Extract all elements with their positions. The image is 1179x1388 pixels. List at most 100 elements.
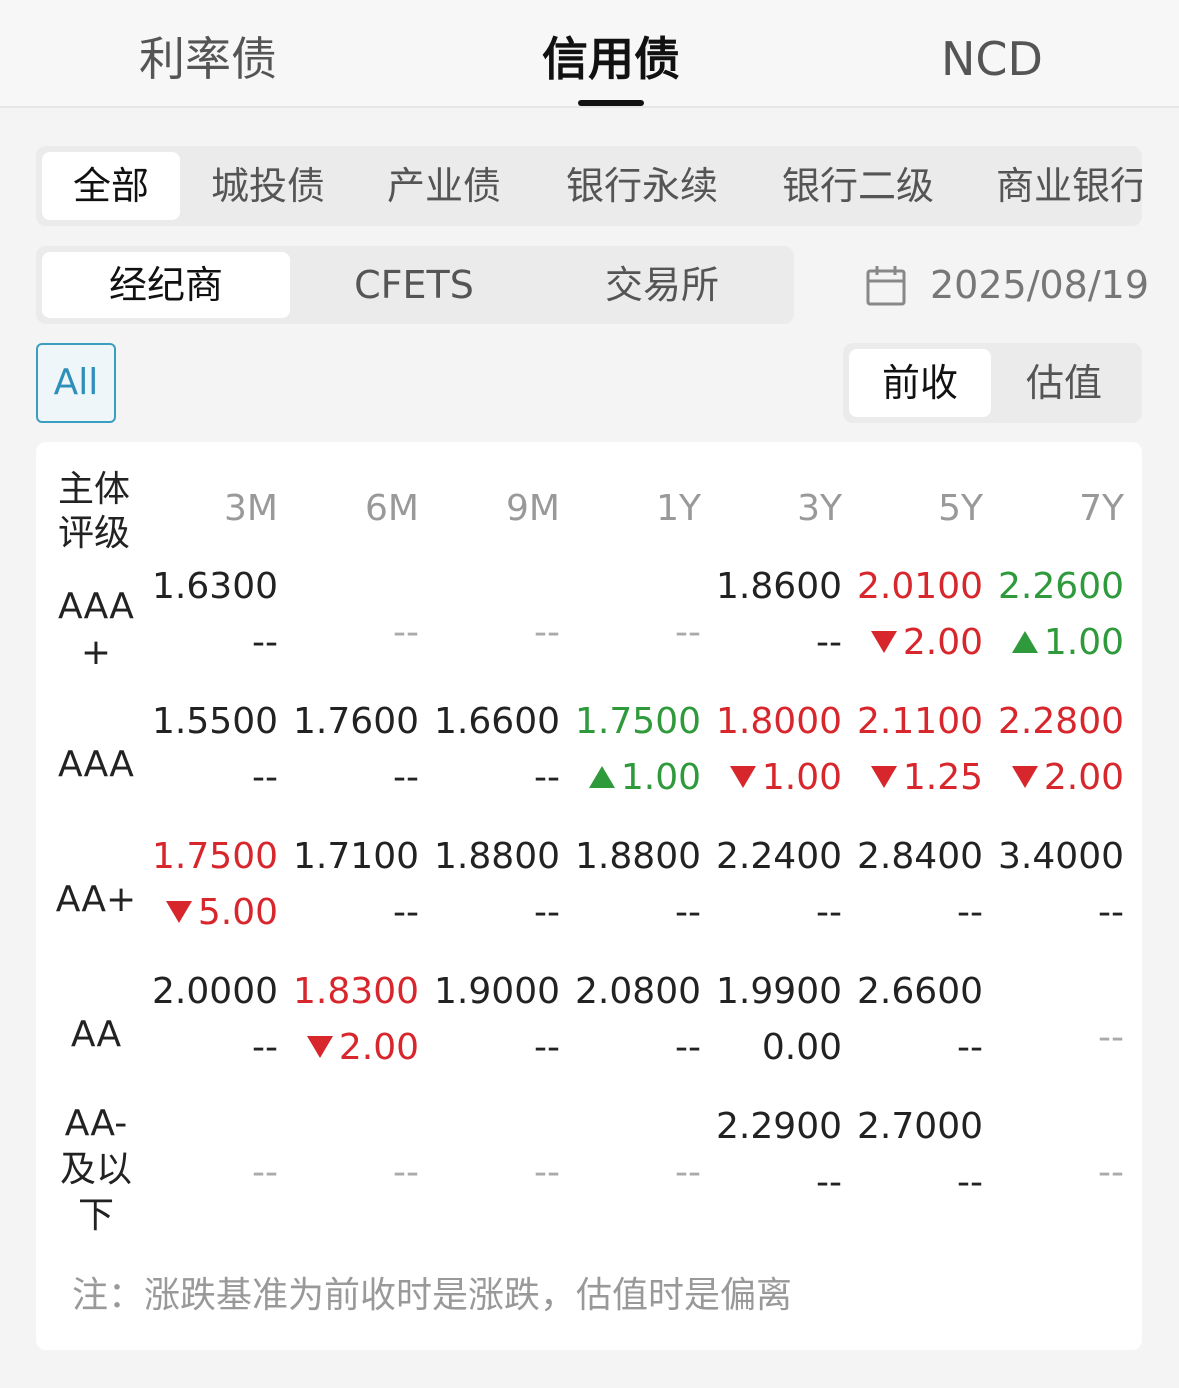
yield-change: 1.25 [853,757,983,798]
arrow-down-icon [165,901,192,923]
arrow-down-icon [306,1036,333,1058]
yield-change-text: -- [252,757,278,798]
yield-value[interactable]: 2.2800 [994,701,1124,742]
yield-change-text: 5.00 [197,892,278,933]
yield-change-text: -- [816,1162,842,1203]
yield-value[interactable]: 1.9900 [712,971,842,1012]
empty-cell: -- [1098,1151,1124,1193]
yield-change-text: -- [252,1027,278,1068]
yield-change: -- [289,892,419,933]
yield-value[interactable]: 1.7500 [571,701,701,742]
rating-label: AA+ [54,877,138,923]
yield-change: -- [994,892,1124,933]
column-header-1y: 1Y [656,488,701,529]
yield-change-text: -- [1098,892,1124,933]
category-filter-bar: 全部 城投债 产业债 银行永续 银行二级 商业银行 [36,146,1142,226]
yield-change-text: 1.00 [761,757,842,798]
mode-prev-close[interactable]: 前收 [849,349,991,417]
yield-change: 1.00 [712,757,842,798]
yield-change: 1.00 [571,757,701,798]
yield-change-text: -- [534,892,560,933]
yield-value[interactable]: 2.2600 [994,566,1124,607]
yield-change-text: 0.00 [761,1027,842,1068]
yield-value[interactable]: 1.8600 [712,566,842,607]
yield-value[interactable]: 1.8000 [712,701,842,742]
yield-change: -- [712,1162,842,1203]
yield-change: -- [712,892,842,933]
yield-value[interactable]: 1.5500 [148,701,278,742]
yield-value[interactable]: 1.6600 [430,701,560,742]
yield-value[interactable]: 1.8800 [430,836,560,877]
yield-change: -- [853,1162,983,1203]
column-header-3y: 3Y [797,488,842,529]
yield-change-text: -- [957,1027,983,1068]
rating-label-line: AAA [58,585,134,627]
tab-credit-bond[interactable]: 信用债 [481,28,741,90]
arrow-up-icon [588,766,615,788]
rating-label-line: AA+ [55,878,137,920]
yield-change-text: -- [252,622,278,663]
yield-change: -- [430,757,560,798]
bond-type-tabs: 利率债 信用债 NCD [0,0,1179,108]
yield-value[interactable]: 2.8400 [853,836,983,877]
yield-value[interactable]: 2.7000 [853,1106,983,1147]
empty-cell: -- [252,1151,278,1193]
rating-label-line: + [80,631,112,673]
market-source-toggle: 经纪商 CFETS 交易所 [36,246,794,324]
yield-value[interactable]: 1.8800 [571,836,701,877]
yield-change: -- [430,892,560,933]
rating-label-line: AA [70,1013,122,1055]
category-bank-perpetual[interactable]: 银行永续 [548,152,736,220]
yield-change: -- [430,1027,560,1068]
empty-cell: -- [534,611,560,653]
yield-value[interactable]: 2.0100 [853,566,983,607]
column-header-7y: 7Y [1079,488,1124,529]
yield-value[interactable]: 1.7600 [289,701,419,742]
category-industrial[interactable]: 产业债 [372,152,516,220]
market-broker[interactable]: 经纪商 [42,252,290,318]
category-all[interactable]: 全部 [42,152,180,220]
yield-change-text: 1.25 [902,757,983,798]
rating-header: 主体 评级 [58,468,148,556]
yield-value[interactable]: 3.4000 [994,836,1124,877]
yield-change-text: -- [816,892,842,933]
yield-value[interactable]: 1.8300 [289,971,419,1012]
yield-change: 2.00 [289,1027,419,1068]
yield-change: 5.00 [148,892,278,933]
yield-value[interactable]: 1.7100 [289,836,419,877]
active-tab-indicator [578,100,644,106]
yield-change-text: -- [393,892,419,933]
market-exchange[interactable]: 交易所 [538,252,786,318]
arrow-down-icon [729,766,756,788]
rating-label-line: AA- [64,1102,128,1144]
empty-cell: -- [534,1151,560,1193]
yield-value[interactable]: 2.6600 [853,971,983,1012]
yield-value[interactable]: 2.0800 [571,971,701,1012]
tab-rate-bond[interactable]: 利率债 [78,28,338,90]
category-commercial-bank[interactable]: 商业银行 [980,152,1142,220]
yield-value[interactable]: 2.1100 [853,701,983,742]
all-filter-chip[interactable]: All [36,343,116,423]
category-bank-tier2[interactable]: 银行二级 [764,152,952,220]
arrow-down-icon [870,766,897,788]
yield-change-text: -- [675,1027,701,1068]
market-cfets[interactable]: CFETS [290,252,538,318]
yield-change-text: 1.00 [620,757,701,798]
arrow-down-icon [870,631,897,653]
mode-valuation[interactable]: 估值 [993,349,1135,417]
category-urban-investment[interactable]: 城投债 [196,152,340,220]
yield-change: -- [289,757,419,798]
yield-value[interactable]: 2.0000 [148,971,278,1012]
column-header-6m: 6M [365,488,419,529]
yield-change: 0.00 [712,1027,842,1068]
yield-value[interactable]: 1.9000 [430,971,560,1012]
yield-change-text: -- [957,1162,983,1203]
yield-change-text: 2.00 [338,1027,419,1068]
yield-value[interactable]: 1.6300 [148,566,278,607]
yield-value[interactable]: 2.2400 [712,836,842,877]
yield-change-text: 2.00 [1043,757,1124,798]
yield-change-text: -- [957,892,983,933]
yield-value[interactable]: 1.7500 [148,836,278,877]
yield-value[interactable]: 2.2900 [712,1106,842,1147]
tab-ncd[interactable]: NCD [862,28,1122,90]
